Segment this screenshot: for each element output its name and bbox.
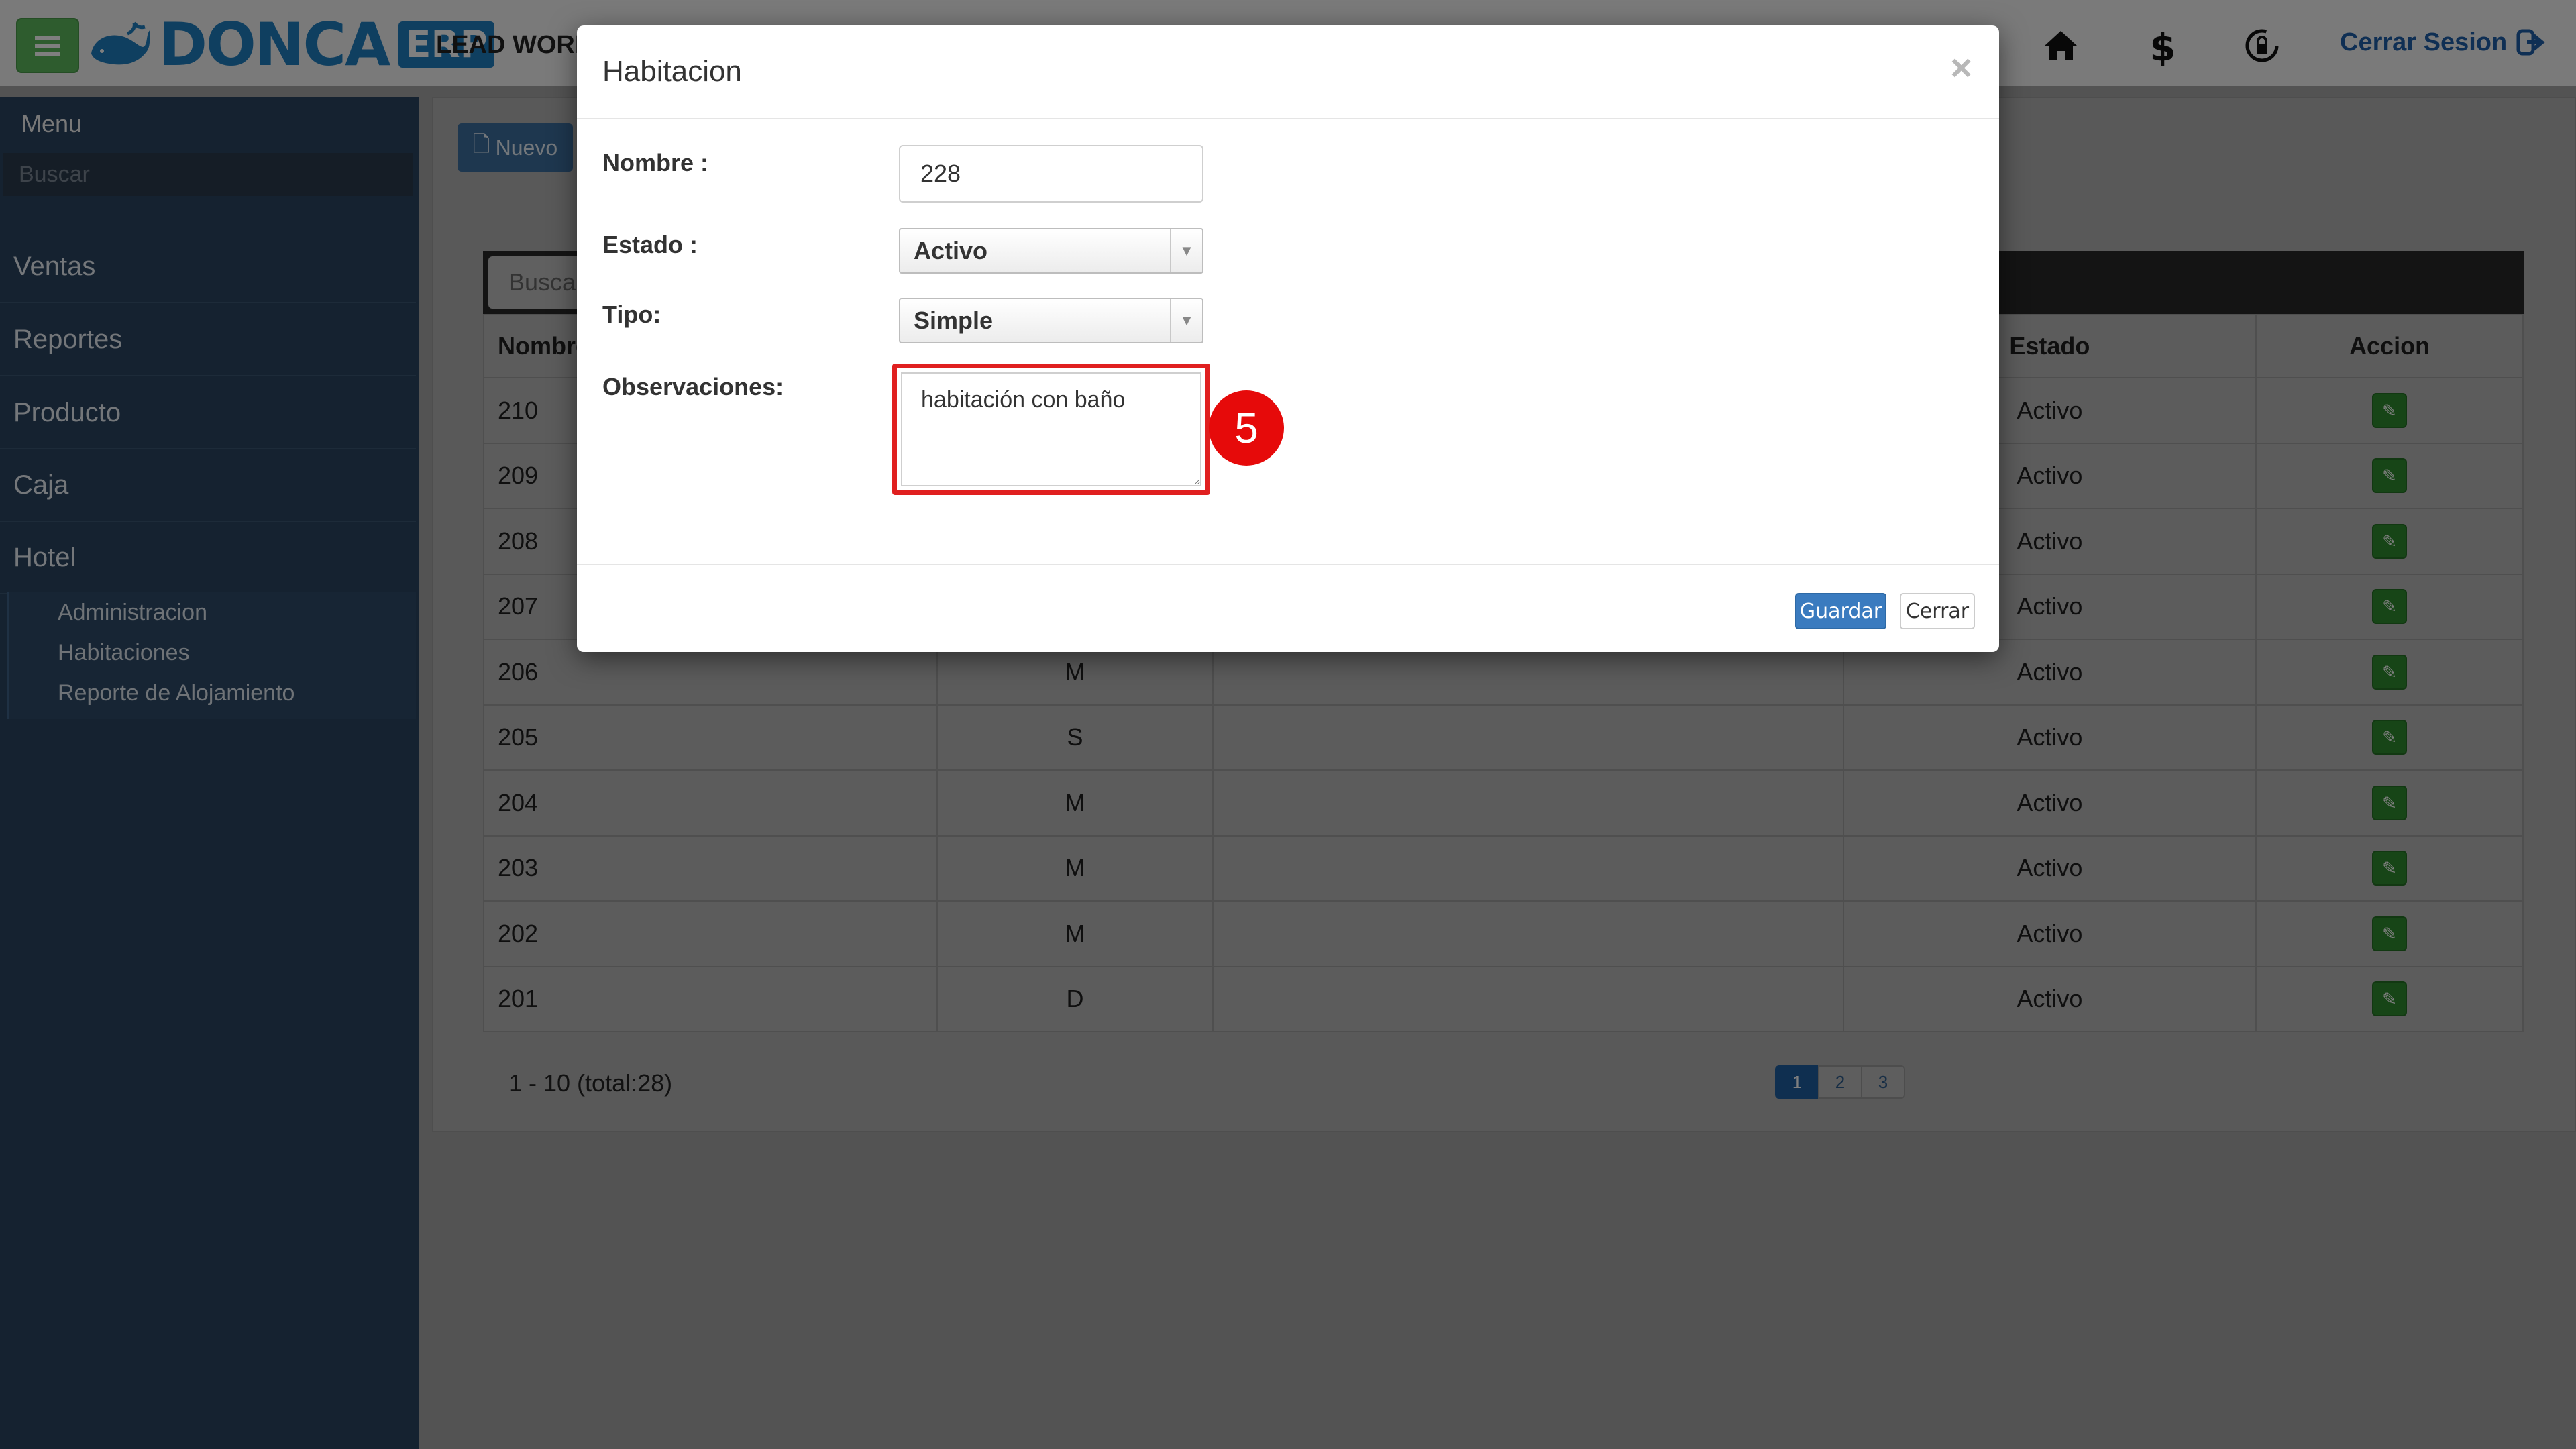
close-icon[interactable]: × (1950, 46, 1972, 89)
nombre-label: Nombre : (602, 149, 709, 176)
tipo-selected-value: Simple (914, 307, 994, 334)
observaciones-label: Observaciones: (602, 373, 784, 400)
cancel-button[interactable]: Cerrar (1900, 593, 1975, 629)
tipo-label: Tipo: (602, 301, 661, 328)
estado-selected-value: Activo (914, 237, 988, 264)
modal-footer: Guardar Cerrar (577, 564, 1999, 652)
chevron-down-icon: ▼ (1170, 229, 1202, 272)
chevron-down-icon: ▼ (1170, 299, 1202, 342)
save-button[interactable]: Guardar (1795, 593, 1886, 629)
habitacion-modal: Habitacion × Nombre : Estado : Activo ▼ … (577, 25, 1999, 652)
estado-select[interactable]: Activo ▼ (899, 228, 1203, 274)
estado-label: Estado : (602, 231, 698, 258)
modal-title: Habitacion (602, 55, 742, 88)
highlight-box: habitación con baño (892, 364, 1210, 495)
step-number-badge: 5 (1209, 390, 1284, 466)
modal-header: Habitacion × (577, 25, 1999, 119)
tipo-select[interactable]: Simple ▼ (899, 298, 1203, 343)
observaciones-textarea[interactable]: habitación con baño (901, 372, 1201, 486)
nombre-input[interactable] (899, 145, 1203, 203)
